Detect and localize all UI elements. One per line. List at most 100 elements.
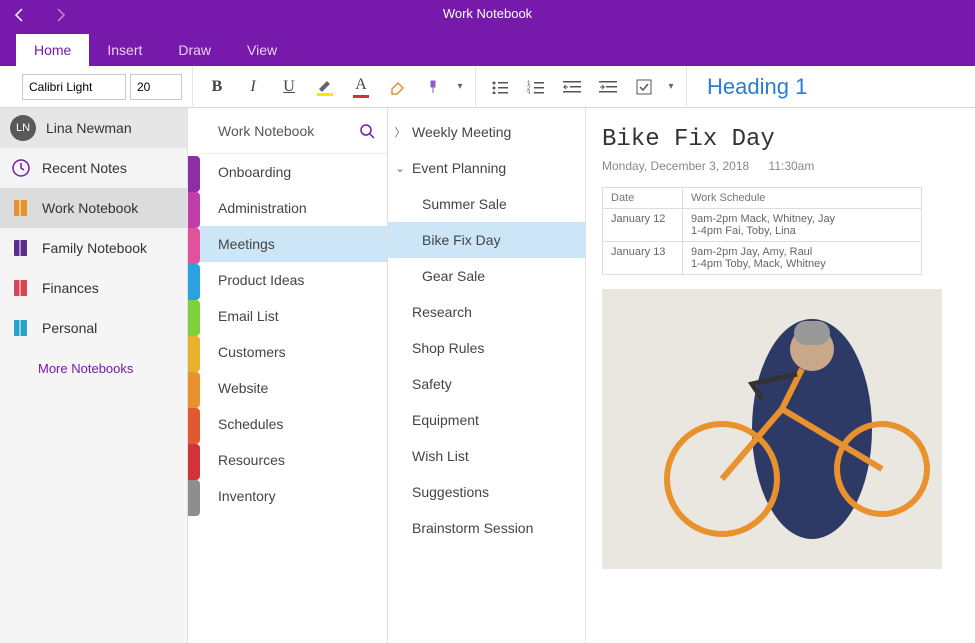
section-color-tab[interactable]	[188, 408, 200, 444]
page-item[interactable]: Summer Sale	[388, 186, 585, 222]
tab-draw[interactable]: Draw	[160, 34, 229, 66]
section-color-tab[interactable]	[188, 300, 200, 336]
notebook-item[interactable]: Personal	[0, 308, 187, 348]
style-heading[interactable]: Heading 1	[693, 74, 831, 100]
notebook-item[interactable]: Work Notebook	[0, 188, 187, 228]
forward-button[interactable]	[40, 0, 80, 30]
bullets-button[interactable]	[482, 69, 518, 105]
notebook-icon	[10, 277, 32, 299]
profile-name: Lina Newman	[46, 120, 132, 136]
bold-button[interactable]: B	[199, 69, 235, 105]
notebook-icon	[10, 237, 32, 259]
outdent-icon	[563, 80, 581, 94]
back-button[interactable]	[0, 0, 40, 30]
table-cell[interactable]: January 12	[603, 209, 683, 242]
section-color-tab[interactable]	[188, 480, 200, 516]
table-row[interactable]: January 129am-2pm Mack, Whitney, Jay1-4p…	[603, 209, 922, 242]
page-item[interactable]: Wish List	[388, 438, 585, 474]
eraser-icon	[388, 79, 406, 95]
page-item[interactable]: Gear Sale	[388, 258, 585, 294]
outdent-button[interactable]	[554, 69, 590, 105]
underline-button[interactable]: U	[271, 69, 307, 105]
table-header: Work Schedule	[683, 188, 922, 209]
section-color-tab[interactable]	[188, 156, 200, 192]
bullets-icon	[491, 80, 509, 94]
bike-photo-placeholder	[602, 289, 942, 569]
table-cell[interactable]: 9am-2pm Jay, Amy, Raul1-4pm Toby, Mack, …	[683, 242, 922, 275]
page-item[interactable]: Shop Rules	[388, 330, 585, 366]
profile-row[interactable]: LN Lina Newman	[0, 108, 187, 148]
page-item-label: Shop Rules	[412, 340, 484, 356]
paragraph-more-dropdown[interactable]: ▾	[662, 81, 680, 92]
font-more-dropdown[interactable]: ▾	[451, 81, 469, 92]
tab-insert[interactable]: Insert	[89, 34, 160, 66]
notebook-item[interactable]: Family Notebook	[0, 228, 187, 268]
section-item[interactable]: Website	[200, 370, 387, 406]
sections-panel: Work Notebook OnboardingAdministrationMe…	[200, 108, 388, 643]
section-item[interactable]: Schedules	[200, 406, 387, 442]
notebook-label: Finances	[42, 280, 99, 296]
avatar: LN	[10, 115, 36, 141]
page-item-label: Weekly Meeting	[412, 124, 511, 140]
page-time: 11:30am	[769, 159, 815, 173]
clear-formatting-button[interactable]	[379, 69, 415, 105]
page-item[interactable]: Research	[388, 294, 585, 330]
font-color-button[interactable]: A	[343, 69, 379, 105]
page-item[interactable]: Safety	[388, 366, 585, 402]
page-item[interactable]: Suggestions	[388, 474, 585, 510]
font-family-input[interactable]	[22, 74, 126, 100]
page-item-label: Brainstorm Session	[412, 520, 533, 536]
page-item[interactable]: 〉Weekly Meeting	[388, 114, 585, 150]
tab-home[interactable]: Home	[16, 34, 89, 66]
window-title: Work Notebook	[443, 6, 532, 21]
page-item[interactable]: ⌄Event Planning	[388, 150, 585, 186]
italic-button[interactable]: I	[235, 69, 271, 105]
section-color-tab[interactable]	[188, 192, 200, 228]
notebook-label: Recent Notes	[42, 160, 127, 176]
notebook-item[interactable]: Finances	[0, 268, 187, 308]
page-item-label: Safety	[412, 376, 452, 392]
todo-button[interactable]	[626, 69, 662, 105]
search-icon[interactable]	[359, 123, 375, 139]
section-color-tab[interactable]	[188, 264, 200, 300]
section-color-tab[interactable]	[188, 372, 200, 408]
section-item[interactable]: Resources	[200, 442, 387, 478]
font-size-input[interactable]	[130, 74, 182, 100]
format-painter-button[interactable]	[415, 69, 451, 105]
table-cell[interactable]: 9am-2pm Mack, Whitney, Jay1-4pm Fai, Tob…	[683, 209, 922, 242]
page-title[interactable]: Bike Fix Day	[602, 126, 959, 153]
page-item[interactable]: Brainstorm Session	[388, 510, 585, 546]
table-cell[interactable]: January 13	[603, 242, 683, 275]
page-item-label: Suggestions	[412, 484, 489, 500]
chevron-right-icon: 〉	[388, 124, 412, 140]
highlight-button[interactable]	[307, 69, 343, 105]
section-item[interactable]: Email List	[200, 298, 387, 334]
section-color-tab[interactable]	[188, 228, 200, 264]
checkbox-icon	[636, 79, 652, 95]
section-item[interactable]: Administration	[200, 190, 387, 226]
table-row[interactable]: January 139am-2pm Jay, Amy, Raul1-4pm To…	[603, 242, 922, 275]
paint-icon	[425, 79, 441, 95]
ribbon-tabs: Home Insert Draw View	[0, 30, 975, 66]
section-item[interactable]: Product Ideas	[200, 262, 387, 298]
page-image[interactable]	[602, 289, 942, 569]
notebook-item[interactable]: Recent Notes	[0, 148, 187, 188]
section-color-tab[interactable]	[188, 444, 200, 480]
indent-button[interactable]	[590, 69, 626, 105]
page-content: Bike Fix Day Monday, December 3, 2018 11…	[586, 108, 975, 643]
section-color-tab[interactable]	[188, 336, 200, 372]
notebook-label: Work Notebook	[42, 200, 138, 216]
more-notebooks[interactable]: More Notebooks	[0, 348, 187, 388]
section-item[interactable]: Customers	[200, 334, 387, 370]
page-item[interactable]: Bike Fix Day	[388, 222, 585, 258]
section-item[interactable]: Inventory	[200, 478, 387, 514]
section-item[interactable]: Meetings	[200, 226, 387, 262]
page-item-label: Summer Sale	[422, 196, 507, 212]
numbering-button[interactable]: 123	[518, 69, 554, 105]
page-item[interactable]: Equipment	[388, 402, 585, 438]
chevron-down-icon: ⌄	[388, 162, 412, 175]
section-item[interactable]: Onboarding	[200, 154, 387, 190]
schedule-table[interactable]: DateWork Schedule January 129am-2pm Mack…	[602, 187, 922, 275]
notebook-icon	[10, 157, 32, 179]
tab-view[interactable]: View	[229, 34, 295, 66]
